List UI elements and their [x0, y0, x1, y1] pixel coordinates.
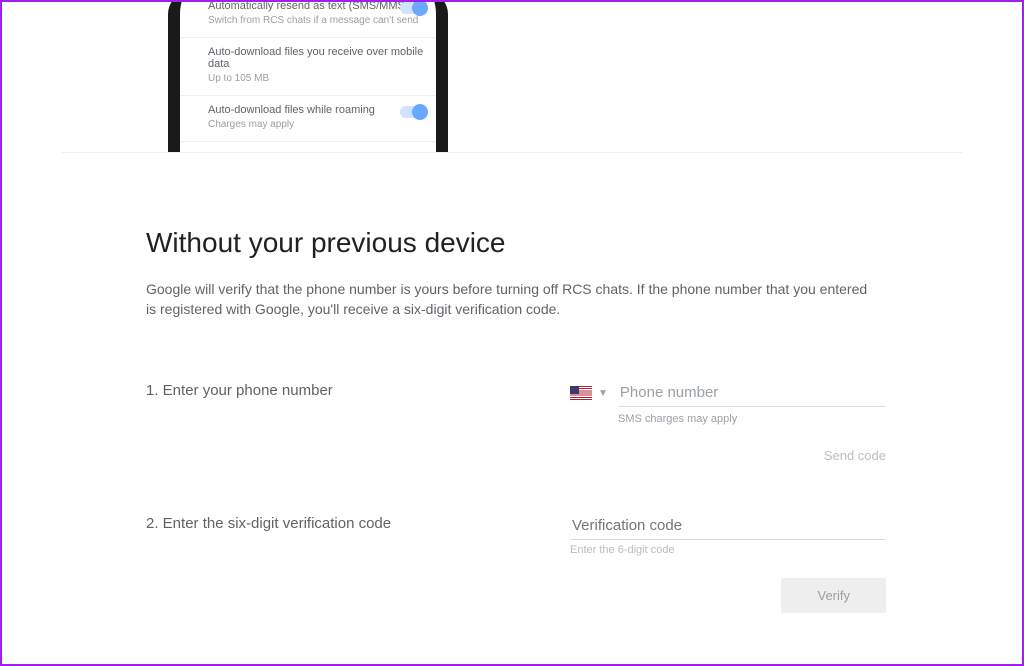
verification-code-input[interactable] [570, 513, 886, 540]
chevron-down-icon[interactable]: ▼ [598, 388, 608, 399]
setting-row-sub: Up to 105 MB [208, 72, 424, 85]
setting-row-title: Automatically resend as text (SMS/MMS) [208, 0, 424, 12]
setting-row-sub: Charges may apply [208, 118, 424, 131]
setting-row-title: Auto-download files while roaming [208, 104, 424, 116]
send-code-button[interactable]: Send code [824, 448, 886, 463]
toggle-icon [400, 106, 426, 118]
step1-label: 1. Enter your phone number [146, 380, 570, 399]
setting-row-sub: Switch from RCS chats if a message can't… [208, 14, 424, 27]
device-screenshot: Automatically resend as text (SMS/MMS) S… [168, 0, 448, 152]
country-flag-icon[interactable] [570, 386, 592, 400]
setting-row-title: Auto-download files you receive over mob… [208, 46, 424, 70]
toggle-icon [400, 2, 426, 14]
phone-number-input[interactable] [618, 380, 886, 407]
section-heading: Without your previous device [146, 227, 886, 259]
verify-button[interactable]: Verify [781, 578, 886, 613]
section-description: Google will verify that the phone number… [146, 279, 876, 320]
sms-charges-hint: SMS charges may apply [618, 413, 886, 425]
verification-hint: Enter the 6-digit code [570, 544, 886, 556]
step2-label: 2. Enter the six-digit verification code [146, 513, 570, 532]
horizontal-divider [62, 152, 962, 153]
